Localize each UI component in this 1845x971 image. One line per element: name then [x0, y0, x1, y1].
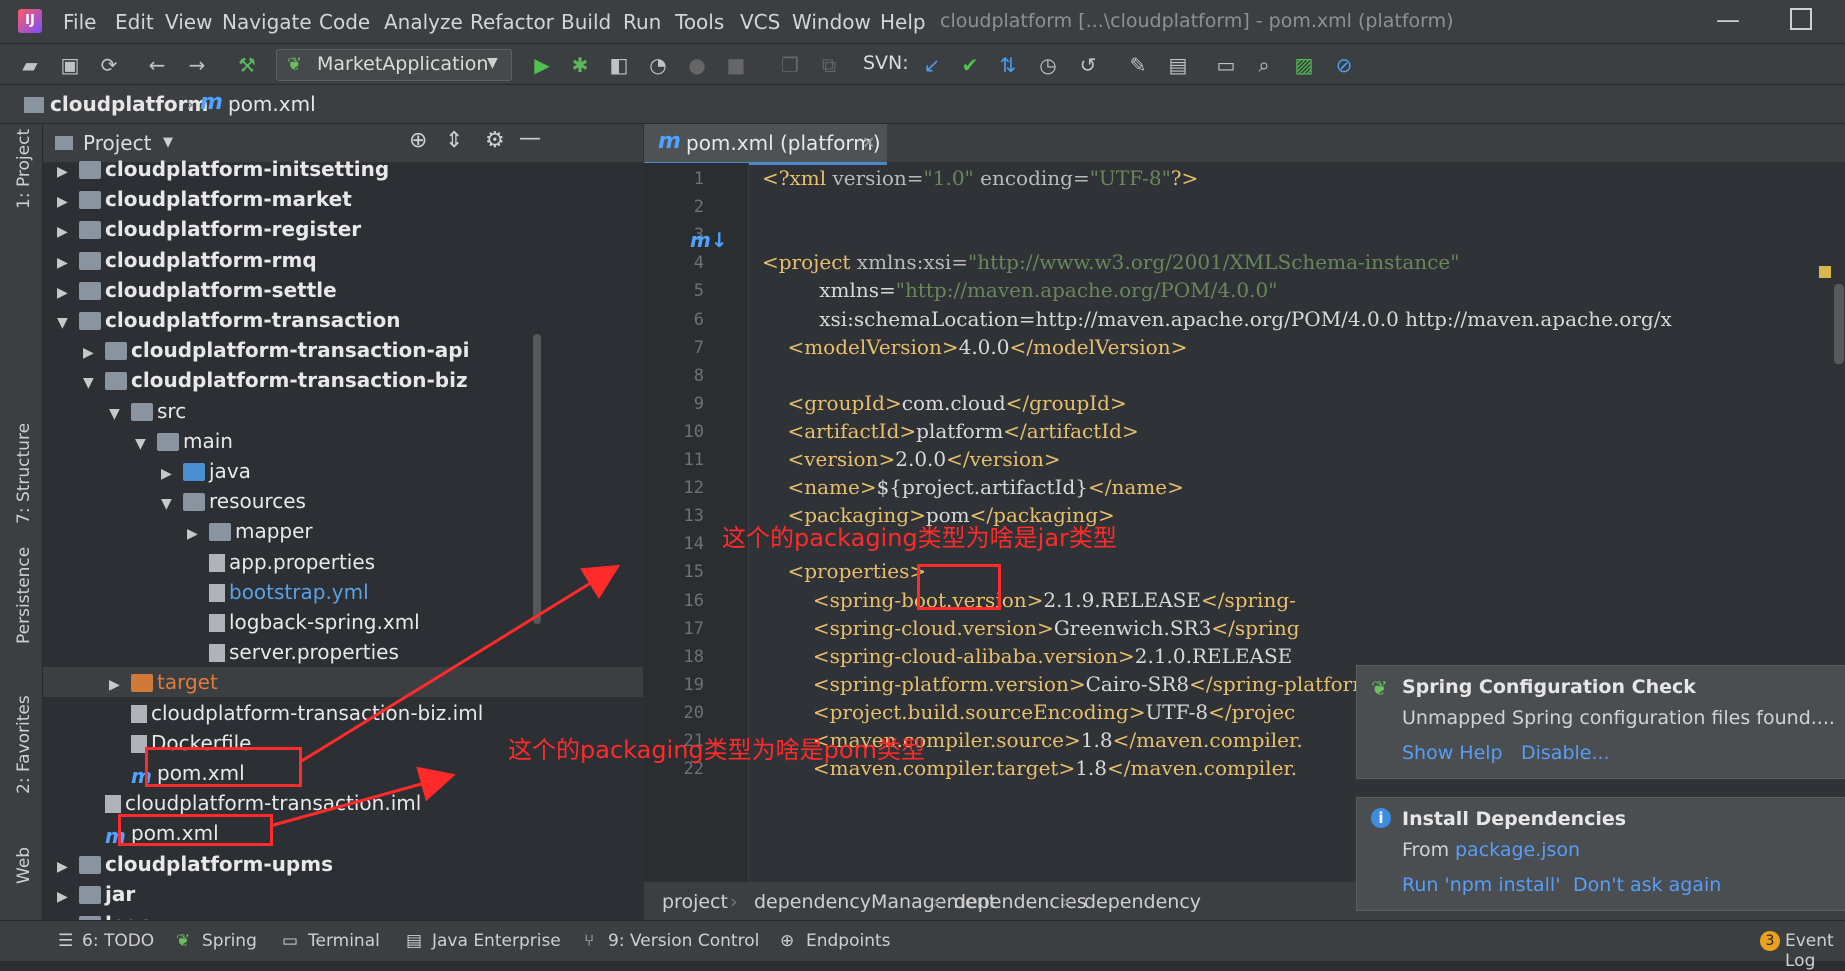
annotation-arrow-pom	[269, 766, 456, 828]
annotation-arrow-jar	[299, 564, 621, 764]
annotation-arrows	[269, 564, 621, 828]
